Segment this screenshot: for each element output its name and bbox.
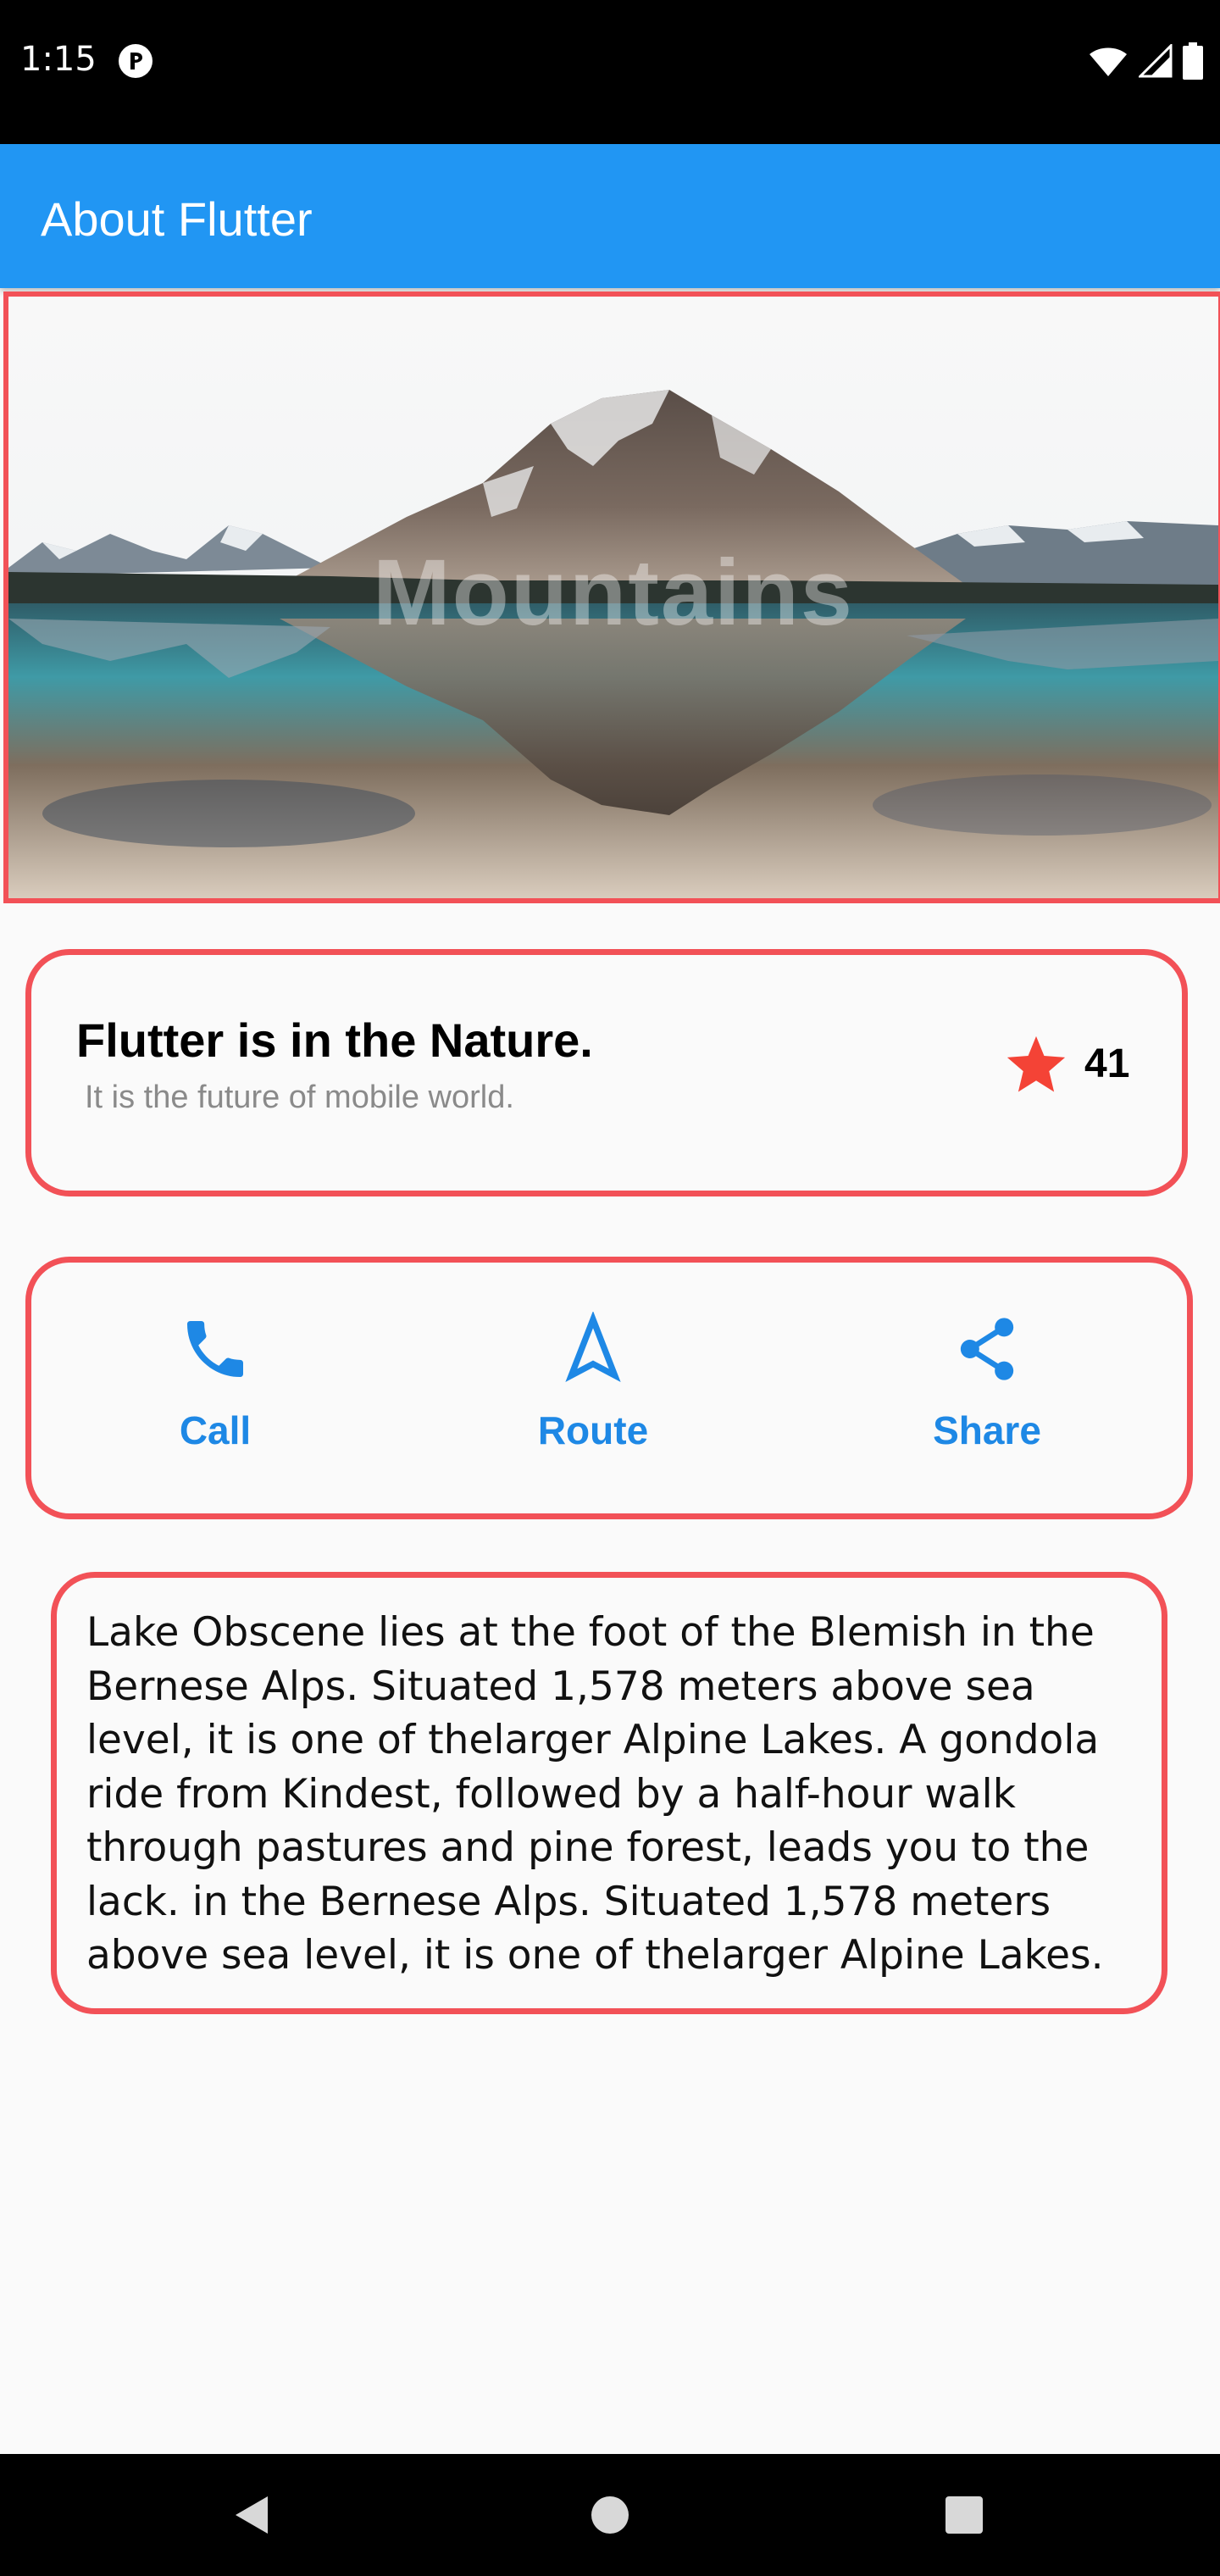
hero-caption: Mountains bbox=[373, 541, 854, 645]
share-label: Share bbox=[933, 1408, 1041, 1452]
status-icons bbox=[1088, 41, 1203, 81]
share-button[interactable]: Share bbox=[894, 1312, 1080, 1481]
recents-icon[interactable] bbox=[939, 2490, 990, 2540]
status-time: 1:15 bbox=[20, 40, 97, 79]
status-bar: 1:15 bbox=[0, 0, 1220, 144]
phone-icon bbox=[187, 1321, 243, 1377]
signal-icon bbox=[1139, 44, 1173, 78]
back-icon[interactable] bbox=[227, 2490, 278, 2540]
battery-icon bbox=[1183, 42, 1203, 80]
hero-image: Mountains bbox=[3, 291, 1220, 903]
star-count: 41 bbox=[1084, 1041, 1130, 1086]
route-button[interactable]: Route bbox=[500, 1312, 686, 1481]
navigation-bar bbox=[0, 2454, 1220, 2576]
description-text: Lake Obscene lies at the foot of the Ble… bbox=[86, 1609, 1104, 1979]
share-icon bbox=[960, 1318, 1014, 1380]
card-heading: Flutter is in the Nature. bbox=[76, 1013, 593, 1067]
navigation-icon bbox=[565, 1312, 621, 1383]
home-icon[interactable] bbox=[585, 2490, 635, 2540]
star-icon[interactable] bbox=[1003, 1032, 1069, 1098]
app-bar: About Flutter bbox=[0, 144, 1220, 288]
wifi-icon bbox=[1090, 47, 1127, 76]
call-button[interactable]: Call bbox=[122, 1312, 308, 1481]
call-label: Call bbox=[179, 1408, 252, 1452]
app-notification-icon bbox=[119, 44, 152, 78]
card-subheading: It is the future of mobile world. bbox=[85, 1080, 514, 1115]
app-title: About Flutter bbox=[41, 192, 313, 246]
route-label: Route bbox=[537, 1408, 649, 1452]
